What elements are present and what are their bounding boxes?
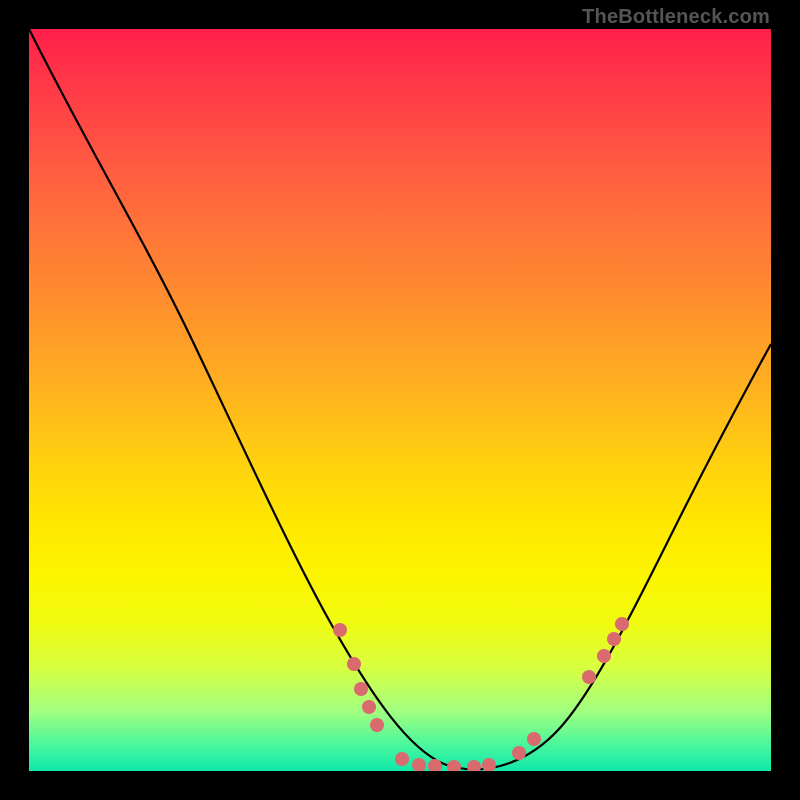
chart-plot-area	[29, 29, 771, 771]
data-point	[362, 700, 376, 714]
data-point	[597, 649, 611, 663]
data-point	[615, 617, 629, 631]
data-point	[527, 732, 541, 746]
data-point	[333, 623, 347, 637]
data-point	[447, 760, 461, 771]
data-point	[467, 760, 481, 771]
data-point	[582, 670, 596, 684]
data-point	[347, 657, 361, 671]
data-point	[607, 632, 621, 646]
data-point	[395, 752, 409, 766]
data-point	[370, 718, 384, 732]
bottleneck-chart-svg	[29, 29, 771, 771]
attribution-label: TheBottleneck.com	[582, 6, 770, 29]
data-point	[512, 746, 526, 760]
data-point	[428, 759, 442, 771]
data-point	[482, 758, 496, 771]
data-point	[354, 682, 368, 696]
data-point	[412, 758, 426, 771]
bottleneck-curve	[29, 29, 771, 769]
